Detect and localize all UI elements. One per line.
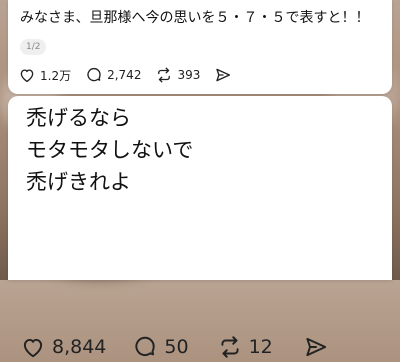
top-like-count: 1.2万: [40, 68, 72, 83]
top-reply-count: 2,742: [107, 68, 142, 82]
speech-bubble-icon: [135, 336, 156, 357]
top-post-card[interactable]: みなさま、旦那様へ今の思いを５・７・５で表すと！！ 1/2 1.2万 2,742…: [8, 0, 392, 94]
top-share-button[interactable]: [214, 66, 236, 84]
reply-count: 50: [164, 336, 189, 358]
share-button[interactable]: [303, 334, 335, 360]
top-post-action-bar: 1.2万 2,742 393: [18, 64, 236, 86]
main-post-text: 禿げるなら モタモタしないで 禿げきれよ: [26, 102, 193, 198]
repost-button[interactable]: 12: [217, 334, 273, 360]
top-like-button[interactable]: 1.2万: [18, 66, 71, 84]
main-post-action-bar: 8,844 50 12: [20, 332, 335, 362]
main-post-line: 禿げきれよ: [26, 170, 131, 194]
repost-arrows-icon: [221, 336, 239, 358]
like-button[interactable]: 8,844: [20, 334, 106, 360]
main-post-line: モタモタしないで: [26, 138, 194, 162]
send-icon: [306, 337, 326, 357]
send-icon: [216, 68, 231, 82]
repost-count: 12: [248, 336, 273, 358]
main-post-card[interactable]: 禿げるなら モタモタしないで 禿げきれよ 8,844 50 12: [8, 96, 392, 358]
top-repost-count: 393: [177, 68, 201, 82]
heart-icon: [20, 69, 34, 83]
repost-arrows-icon: [158, 67, 171, 83]
page-indicator: 1/2: [20, 39, 47, 55]
top-repost-button[interactable]: 393: [155, 66, 200, 84]
speech-bubble-icon: [87, 67, 101, 82]
heart-icon: [23, 338, 43, 358]
main-post-line: 禿げるなら: [26, 106, 131, 130]
reply-button[interactable]: 50: [132, 334, 189, 360]
like-count: 8,844: [52, 336, 107, 358]
top-post-text: みなさま、旦那様へ今の思いを５・７・５で表すと！！: [20, 10, 370, 26]
top-reply-button[interactable]: 2,742: [85, 66, 141, 84]
